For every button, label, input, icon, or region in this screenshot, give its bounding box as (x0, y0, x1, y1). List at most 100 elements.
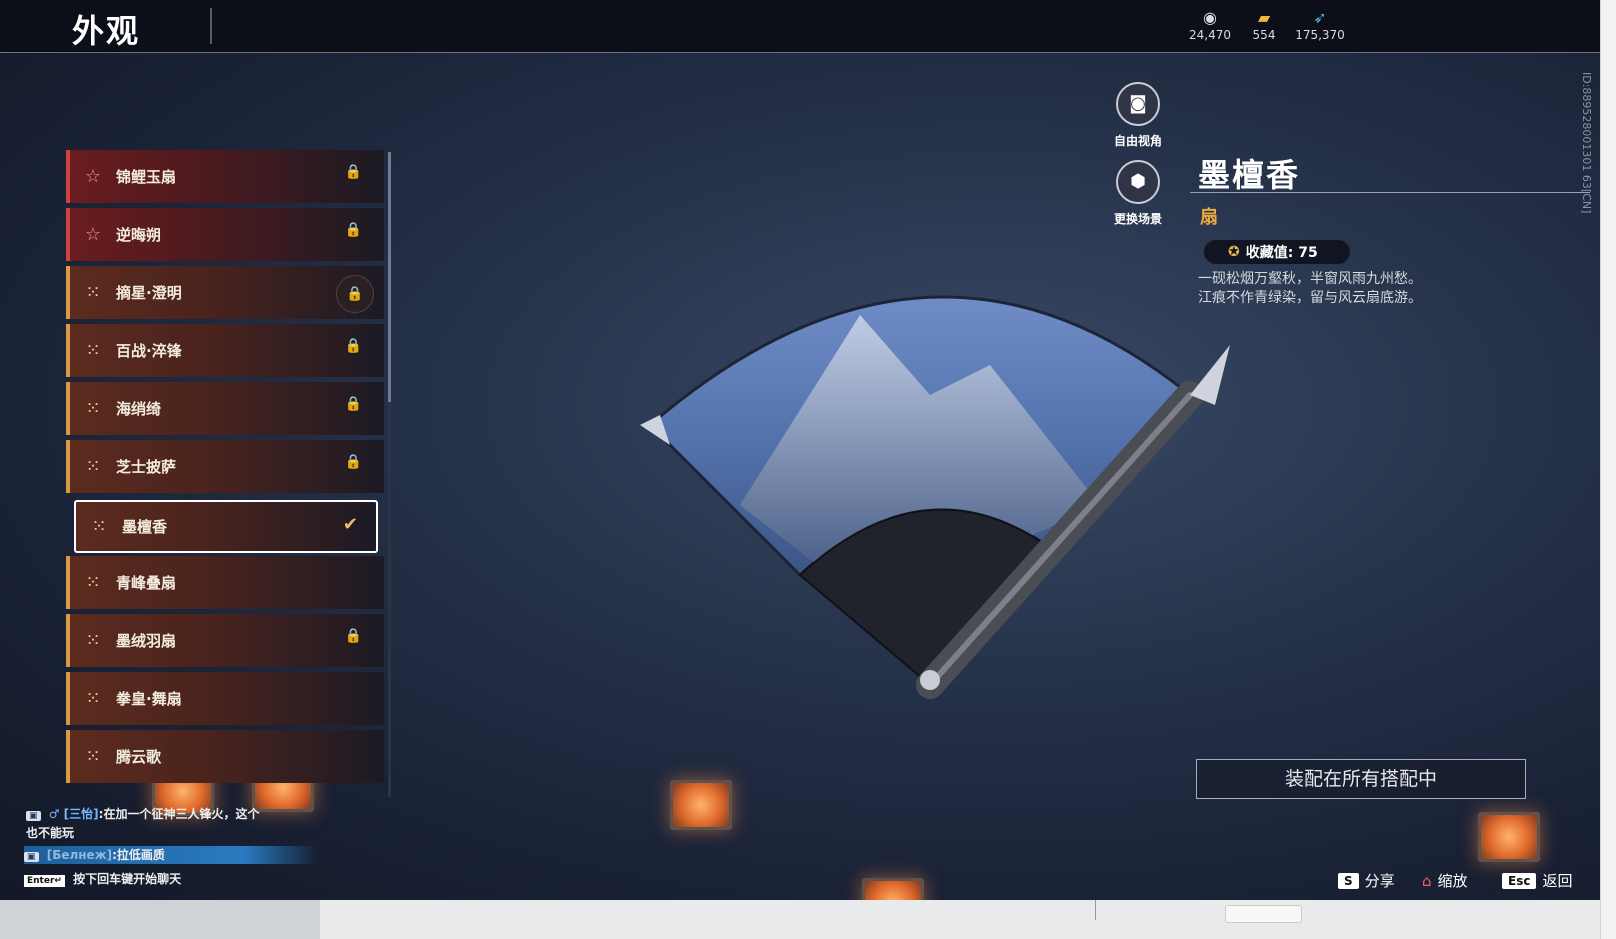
rarity-gold-icon: ⁙ (85, 340, 101, 361)
item-type: 扇 (1200, 207, 1218, 228)
chat-channel-icon: ▣ (26, 811, 41, 821)
list-item-label: 摘星·澄明 (116, 284, 182, 302)
ticket-icon: ▰ (1257, 8, 1271, 27)
item-description: 一砚松烟万壑秋，半窗风雨九州愁。 江痕不作青绿染，留与风云扇底游。 (1198, 270, 1422, 308)
chat-message: ▣ ♂ [三怡]:在加一个征神三人锋火，这个 (26, 805, 259, 822)
name-divider (1190, 192, 1590, 193)
equip-all-outfits-button[interactable]: 装配在所有搭配中 (1196, 759, 1526, 799)
title-divider (210, 8, 212, 44)
lock-icon: 🔒 (344, 164, 362, 180)
collection-value-badge: ✪ 收藏值: 75 (1204, 240, 1350, 264)
share-key: S (1338, 872, 1359, 889)
chat-text: :在加一个征神三人锋火，这个 (98, 807, 260, 821)
currency-ticket-value: 554 (1252, 28, 1276, 42)
desktop-divider (1095, 900, 1096, 920)
star-icon: ☆ (84, 166, 102, 187)
list-item-label: 逆晦朔 (116, 226, 162, 244)
zoom-hint[interactable]: ⌂ 缩放 (1422, 870, 1468, 891)
enter-key: Enter↵ (24, 875, 65, 887)
list-item[interactable]: ⁙ 腾云歌 (66, 730, 384, 783)
lock-icon: 🔒 (344, 396, 362, 412)
rarity-gold-icon: ⁙ (85, 456, 101, 477)
lock-icon: 🔒 (344, 222, 362, 238)
list-item[interactable]: ⁙ 百战·淬锋 🔒 (66, 324, 384, 377)
lock-icon: 🔒 (344, 454, 362, 470)
rarity-gold-icon: ⁙ (85, 572, 101, 593)
list-item-label: 百战·淬锋 (116, 342, 182, 360)
mouse-icon: ⌂ (1422, 871, 1432, 890)
star-icon: ☆ (84, 224, 102, 245)
list-item[interactable]: ☆ 逆晦朔 🔒 (66, 208, 384, 261)
fan-list[interactable]: ☆ 锦鲤玉扇 🔒 ☆ 逆晦朔 🔒 ⁙ 摘星·澄明 🔒 ⁙ 百战·淬锋 🔒 ⁙ 海… (66, 150, 384, 798)
list-item-selected[interactable]: ⁙ 墨檀香 ✔ (74, 500, 378, 553)
chat-hint-text: 按下回车键开始聊天 (73, 872, 182, 886)
camera-icon: ◙ (1116, 82, 1160, 126)
chat-channel-icon: ▣ (24, 852, 39, 862)
lock-icon: 🔒 (344, 338, 362, 354)
rarity-gold-icon: ⁙ (85, 282, 101, 303)
coin-icon: ◉ (1203, 8, 1217, 27)
list-item-label: 芝士披萨 (116, 458, 177, 476)
currency-feather: ➶ 175,370 (1290, 8, 1350, 42)
rarity-gold-icon: ⁙ (85, 746, 101, 767)
list-item-label: 拳皇·舞扇 (116, 690, 182, 708)
game-viewport: 外观 ◉ 24,470 ▰ 554 ➶ 175,370 ☆ 锦鲤玉扇 🔒 ☆ 逆… (0, 0, 1600, 900)
collection-value: 收藏值: 75 (1245, 245, 1318, 261)
fan-model-image (640, 295, 1230, 699)
back-key: Esc (1502, 872, 1537, 889)
lock-icon: 🔒 (336, 275, 374, 313)
list-item[interactable]: ⁙ 拳皇·舞扇 (66, 672, 384, 725)
free-camera-button[interactable]: ◙ 自由视角 (1098, 82, 1178, 149)
top-bar: 外观 ◉ 24,470 ▰ 554 ➶ 175,370 (0, 0, 1600, 53)
list-item[interactable]: ⁙ 墨绒羽扇 🔒 (66, 614, 384, 667)
desktop-tab[interactable] (1225, 905, 1302, 923)
lantern-decoration (862, 878, 924, 900)
share-label: 分享 (1364, 872, 1395, 890)
list-item-label: 锦鲤玉扇 (116, 168, 177, 186)
back-hint[interactable]: Esc 返回 (1502, 870, 1572, 891)
list-item-label: 墨绒羽扇 (116, 632, 177, 650)
list-item-label: 海绡绮 (116, 400, 162, 418)
chat-text: :拉低画质 (112, 848, 165, 862)
list-item[interactable]: ⁙ 摘星·澄明 🔒 (66, 266, 384, 319)
zoom-label: 缩放 (1437, 872, 1468, 890)
currency-feather-value: 175,370 (1295, 28, 1345, 42)
chat-message-cont: 也不能玩 (26, 826, 75, 840)
change-scene-label: 更换场景 (1113, 212, 1162, 226)
description-line: 一砚松烟万壑秋，半窗风雨九州愁。 (1198, 271, 1422, 287)
list-item[interactable]: ⁙ 芝士披萨 🔒 (66, 440, 384, 493)
player-id: ID:889528001301 63[CN] (1580, 72, 1593, 214)
rarity-gold-icon: ⁙ (85, 688, 101, 709)
rarity-gold-icon: ⁙ (91, 516, 107, 537)
chat-message: ▣ [Белнеж]:拉低画质 (24, 846, 318, 864)
currency-coin-value: 24,470 (1189, 28, 1231, 42)
list-item-label: 墨檀香 (122, 518, 168, 536)
free-camera-label: 自由视角 (1113, 134, 1162, 148)
desktop-background (0, 900, 320, 939)
item-name: 墨檀香 (1198, 156, 1301, 194)
list-item-label: 腾云歌 (116, 748, 162, 766)
chat-sender[interactable]: [三怡] (64, 807, 99, 821)
list-item-label: 青峰叠扇 (116, 574, 177, 592)
list-scrollbar-thumb[interactable] (388, 152, 391, 402)
currency-coin: ◉ 24,470 (1180, 8, 1240, 42)
lock-icon: 🔒 (344, 628, 362, 644)
chat-sender[interactable]: [Белнеж] (47, 848, 112, 862)
chat-input-hint[interactable]: Enter↵ 按下回车键开始聊天 (24, 870, 181, 887)
cube-icon: ⬢ (1116, 160, 1160, 204)
list-item[interactable]: ☆ 锦鲤玉扇 🔒 (66, 150, 384, 203)
collection-icon: ✪ (1228, 244, 1240, 260)
rarity-gold-icon: ⁙ (85, 398, 101, 419)
list-item[interactable]: ⁙ 青峰叠扇 (66, 556, 384, 609)
description-line: 江痕不作青绿染，留与风云扇底游。 (1198, 290, 1422, 306)
lantern-decoration (670, 780, 732, 830)
feather-icon: ➶ (1313, 8, 1327, 27)
page-title: 外观 (72, 12, 141, 50)
back-label: 返回 (1542, 872, 1573, 890)
currency-ticket: ▰ 554 (1234, 8, 1294, 42)
list-item[interactable]: ⁙ 海绡绮 🔒 (66, 382, 384, 435)
share-hint[interactable]: S 分享 (1338, 870, 1395, 891)
change-scene-button[interactable]: ⬢ 更换场景 (1098, 160, 1178, 227)
check-icon: ✔ (342, 514, 358, 535)
desktop-side-window (1600, 0, 1616, 939)
